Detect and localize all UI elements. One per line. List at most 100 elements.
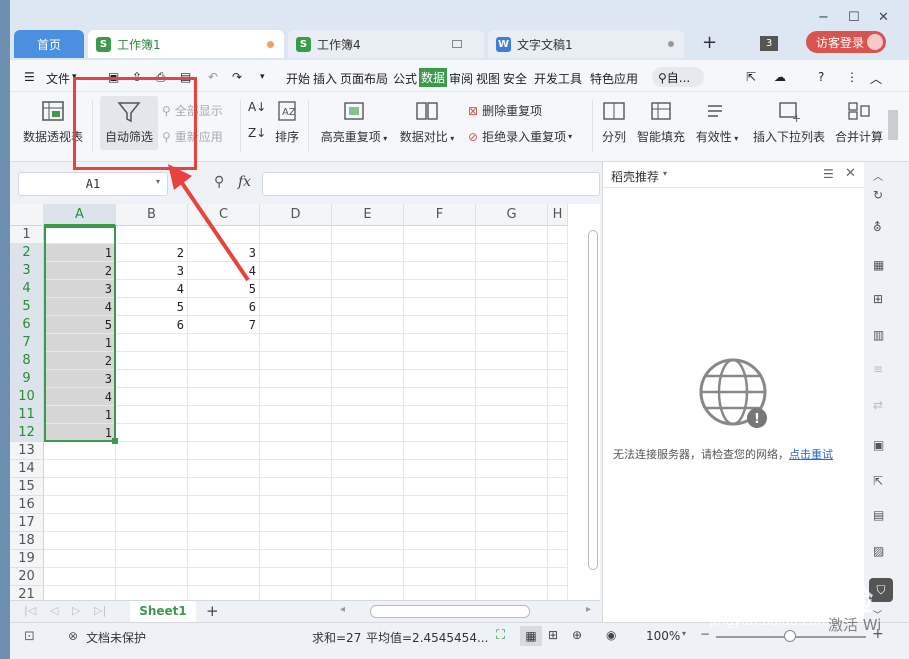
smart-fill-button[interactable]: 智能填充	[634, 100, 688, 145]
cell-d11[interactable]	[260, 406, 332, 424]
row-header-19[interactable]: 19	[10, 550, 44, 568]
cell-a18[interactable]	[44, 532, 116, 550]
cell-h6[interactable]	[548, 316, 568, 334]
cell-h21[interactable]	[548, 586, 568, 600]
cell-d12[interactable]	[260, 424, 332, 442]
cell-e13[interactable]	[332, 442, 404, 460]
menu-start[interactable]: 开始	[286, 70, 310, 87]
menu-page-layout[interactable]: 页面布局	[340, 70, 388, 87]
cell-d20[interactable]	[260, 568, 332, 586]
cell-b9[interactable]	[116, 370, 188, 388]
cell-f5[interactable]	[404, 298, 476, 316]
cell-h11[interactable]	[548, 406, 568, 424]
cell-f14[interactable]	[404, 460, 476, 478]
cell-d3[interactable]	[260, 262, 332, 280]
column-header-g[interactable]: G	[476, 204, 548, 226]
cell-c7[interactable]	[188, 334, 260, 352]
cell-e10[interactable]	[332, 388, 404, 406]
tab-workbook4[interactable]: S 工作簿4	[288, 30, 484, 58]
normal-view-icon[interactable]: ▦	[520, 626, 542, 646]
menu-formula[interactable]: 公式	[393, 70, 417, 87]
panel-title[interactable]: 稻壳推荐	[611, 168, 659, 185]
cell-f11[interactable]	[404, 406, 476, 424]
cell-d18[interactable]	[260, 532, 332, 550]
cell-g5[interactable]	[476, 298, 548, 316]
zoom-out-icon[interactable]: −	[700, 627, 710, 641]
cell-h3[interactable]	[548, 262, 568, 280]
share-icon[interactable]: ⇱	[746, 70, 756, 84]
cell-h17[interactable]	[548, 514, 568, 532]
cell-f6[interactable]	[404, 316, 476, 334]
cell-g1[interactable]	[476, 226, 548, 244]
row-header-4[interactable]: 4	[10, 280, 44, 298]
cell-b5[interactable]: 5	[116, 298, 188, 316]
cell-h7[interactable]	[548, 334, 568, 352]
row-header-15[interactable]: 15	[10, 478, 44, 496]
chart-icon[interactable]: ▥	[873, 328, 891, 346]
cell-h12[interactable]	[548, 424, 568, 442]
formula-input[interactable]	[262, 172, 600, 196]
cell-e20[interactable]	[332, 568, 404, 586]
cell-b14[interactable]	[116, 460, 188, 478]
cell-b13[interactable]	[116, 442, 188, 460]
cell-e9[interactable]	[332, 370, 404, 388]
cell-g17[interactable]	[476, 514, 548, 532]
cell-f16[interactable]	[404, 496, 476, 514]
tab-home[interactable]: 首页	[14, 30, 84, 58]
cell-c18[interactable]	[188, 532, 260, 550]
cell-d21[interactable]	[260, 586, 332, 600]
row-header-5[interactable]: 5	[10, 298, 44, 316]
cell-g7[interactable]	[476, 334, 548, 352]
sheet-tab-sheet1[interactable]: Sheet1	[130, 601, 196, 622]
cell-b21[interactable]	[116, 586, 188, 600]
cell-h14[interactable]	[548, 460, 568, 478]
menu-view[interactable]: 视图	[476, 70, 500, 87]
hscroll-left-icon[interactable]: ◂	[340, 604, 345, 615]
picture-icon[interactable]: ▨	[873, 544, 891, 562]
cell-c21[interactable]	[188, 586, 260, 600]
close-button[interactable]: ✕	[878, 10, 889, 25]
fullscreen-icon[interactable]: ⛶	[496, 628, 505, 643]
cell-c15[interactable]	[188, 478, 260, 496]
cell-d19[interactable]	[260, 550, 332, 568]
split-column-button[interactable]: 分列	[598, 100, 630, 145]
retry-link[interactable]: 点击重试	[789, 448, 833, 461]
cell-e14[interactable]	[332, 460, 404, 478]
highlight-duplicates-button[interactable]: 高亮重复项 ▾	[318, 100, 390, 145]
cell-b11[interactable]	[116, 406, 188, 424]
cell-a13[interactable]	[44, 442, 116, 460]
row-header-11[interactable]: 11	[10, 406, 44, 424]
sync-icon[interactable]: ⇄	[873, 398, 891, 416]
cell-c17[interactable]	[188, 514, 260, 532]
cell-b18[interactable]	[116, 532, 188, 550]
cell-c16[interactable]	[188, 496, 260, 514]
page-layout-view-icon[interactable]: ⊕	[572, 628, 582, 642]
cell-e15[interactable]	[332, 478, 404, 496]
spreadsheet-grid[interactable]: A B C D E F G H 1 2 1 2 3 3 2 3 4 4 3 4 5 5 4 5 6 6 5 6 7 7 1 8 2 9 3 10 4 11…	[10, 204, 600, 600]
cell-e3[interactable]	[332, 262, 404, 280]
minimize-button[interactable]: −	[818, 10, 829, 25]
cell-c9[interactable]	[188, 370, 260, 388]
row-header-20[interactable]: 20	[10, 568, 44, 586]
archive-icon[interactable]: ▤	[873, 508, 891, 526]
first-sheet-icon[interactable]: |◁	[24, 604, 36, 617]
cell-f7[interactable]	[404, 334, 476, 352]
row-header-13[interactable]: 13	[10, 442, 44, 460]
grid-apps-icon[interactable]: ⊞	[873, 292, 891, 310]
cell-d15[interactable]	[260, 478, 332, 496]
cell-b17[interactable]	[116, 514, 188, 532]
cell-h10[interactable]	[548, 388, 568, 406]
cell-f8[interactable]	[404, 352, 476, 370]
cell-e8[interactable]	[332, 352, 404, 370]
row-header-17[interactable]: 17	[10, 514, 44, 532]
collapse-ribbon-icon[interactable]: ︿	[870, 70, 882, 87]
add-sheet-icon[interactable]: +	[206, 602, 219, 620]
cell-a15[interactable]	[44, 478, 116, 496]
fill-handle[interactable]	[112, 438, 118, 444]
cell-h1[interactable]	[548, 226, 568, 244]
collapse-up-icon[interactable]: ︿	[873, 168, 891, 186]
column-header-h[interactable]: H	[548, 204, 568, 226]
cell-h13[interactable]	[548, 442, 568, 460]
ribbon-scroll-right[interactable]	[888, 110, 898, 140]
cell-e4[interactable]	[332, 280, 404, 298]
